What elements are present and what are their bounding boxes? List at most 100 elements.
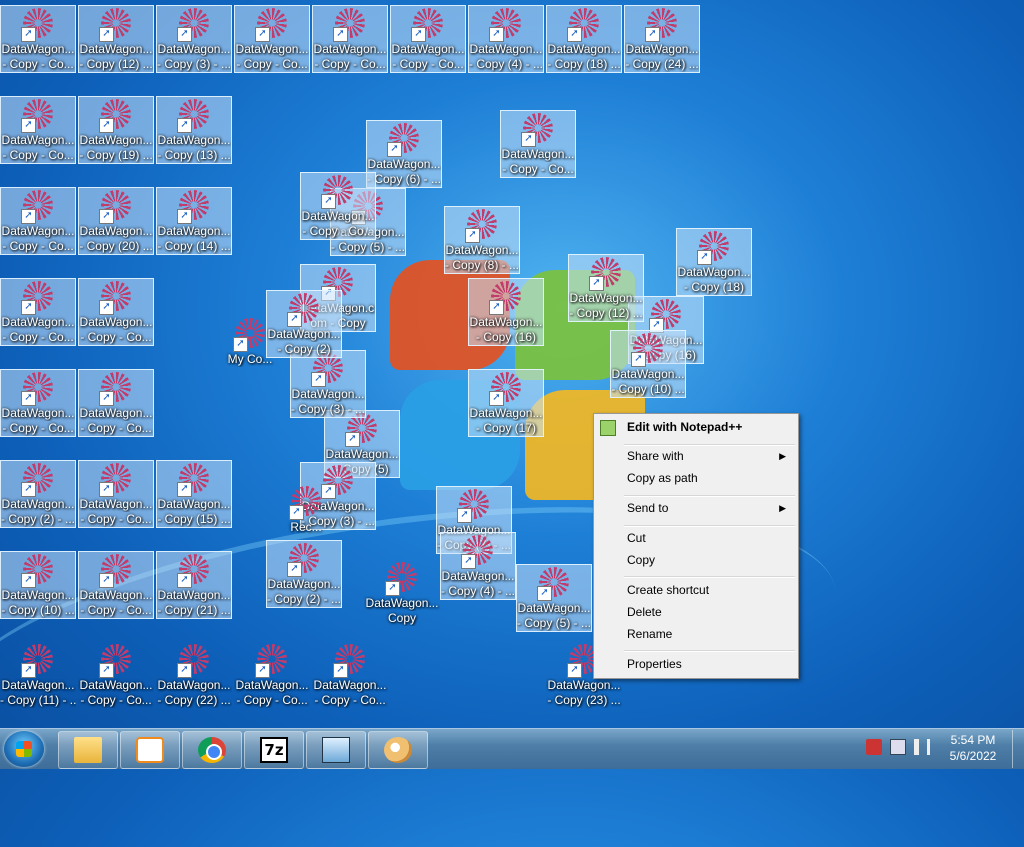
desktop-shortcut[interactable]: ➚ DataWagon... - Copy (4) - ... bbox=[468, 5, 544, 73]
desktop-shortcut[interactable]: ➚ DataWagon... - Copy (4) - ... bbox=[440, 532, 516, 600]
datawagon-shortcut-icon: ➚ bbox=[177, 8, 211, 42]
shortcut-label: - Copy - Co... bbox=[2, 239, 74, 253]
taskbar-paint-button[interactable] bbox=[368, 731, 428, 769]
menu-item-share-with[interactable]: Share with ▶ bbox=[627, 446, 794, 466]
desktop-shortcut[interactable]: ➚ DataWagon... - Copy - Co... bbox=[0, 187, 76, 255]
datawagon-shortcut-icon: ➚ bbox=[311, 353, 345, 387]
menu-item-create-shortcut[interactable]: Create shortcut bbox=[627, 580, 794, 600]
menu-item-send-to[interactable]: Send to ▶ bbox=[627, 498, 794, 518]
datawagon-shortcut-icon: ➚ bbox=[99, 8, 133, 42]
shortcut-label: DataWagon... bbox=[547, 678, 621, 692]
desktop-shortcut[interactable]: ➚ DataWagon... - Copy (3) - ... bbox=[290, 350, 366, 418]
desktop-shortcut[interactable]: ➚ DataWagon... - Copy (20) ... bbox=[78, 187, 154, 255]
shortcut-label: DataWagon... bbox=[625, 42, 699, 56]
network-icon[interactable] bbox=[890, 739, 906, 755]
taskbar-explorer-button[interactable] bbox=[58, 731, 118, 769]
desktop-shortcut[interactable]: ➚ My Co... bbox=[212, 316, 288, 384]
shortcut-label: DataWagon... bbox=[1, 133, 75, 147]
desktop-shortcut[interactable]: ➚ DataWagon... - Copy (15) ... bbox=[156, 460, 232, 528]
shortcut-label: - Copy - Co... bbox=[2, 57, 74, 71]
desktop-shortcut[interactable]: ➚ DataWagon... - Copy (19) ... bbox=[78, 96, 154, 164]
desktop-shortcut[interactable]: ➚ DataWagon... - Copy (22) ... bbox=[156, 642, 232, 710]
shortcut-label: - Copy (23) ... bbox=[547, 693, 621, 707]
taskbar-7zip-button[interactable]: 7z bbox=[244, 731, 304, 769]
datawagon-shortcut-icon: ➚ bbox=[489, 372, 523, 406]
menu-item-edit-notepad[interactable]: Edit with Notepad++ bbox=[627, 417, 794, 437]
menu-item-properties[interactable]: Properties bbox=[627, 654, 794, 674]
shortcut-label: DataWagon... bbox=[325, 447, 399, 461]
shortcut-arrow-icon: ➚ bbox=[489, 27, 504, 42]
shortcut-label: DataWagon... bbox=[157, 588, 231, 602]
shortcut-arrow-icon: ➚ bbox=[177, 118, 192, 133]
shortcut-label: - Copy (11) - ... bbox=[0, 693, 76, 707]
desktop-shortcut[interactable]: ➚DataWagon...- Copy (5) - ... bbox=[516, 564, 592, 632]
datawagon-shortcut-icon: ➚ bbox=[21, 8, 55, 42]
desktop-shortcut[interactable]: ➚ DataWagon... - Copy - Co... bbox=[0, 96, 76, 164]
taskbar-editor-button[interactable] bbox=[306, 731, 366, 769]
desktop-shortcut[interactable]: ➚ DataWagon... - Copy - Co... bbox=[312, 5, 388, 73]
shortcut-arrow-icon: ➚ bbox=[537, 586, 552, 601]
desktop-shortcut[interactable]: ➚ DataWagon... Copy bbox=[364, 560, 440, 628]
taskbar-chrome-button[interactable] bbox=[182, 731, 242, 769]
shortcut-label: DataWagon... bbox=[157, 133, 231, 147]
shortcut-arrow-icon: ➚ bbox=[311, 372, 326, 387]
desktop-shortcut[interactable]: ➚ DataWagon... - Copy - Co... bbox=[500, 110, 576, 178]
desktop-shortcut[interactable]: ➚ DataWagon... - Copy - Co... bbox=[0, 369, 76, 437]
desktop-shortcut[interactable]: ➚ DataWagon... - Copy - Co... bbox=[78, 460, 154, 528]
desktop-shortcut[interactable]: ➚ DataWagon... - Copy (12) ... bbox=[78, 5, 154, 73]
desktop-shortcut[interactable]: ➚ DataWagon... - Copy - Co... bbox=[234, 642, 310, 710]
desktop-shortcut[interactable]: ➚ DataWagon... - Copy (3) - ... bbox=[156, 5, 232, 73]
taskbar-media-player-button[interactable] bbox=[120, 731, 180, 769]
desktop-shortcut[interactable]: ➚DataWagon...- Copy (16) bbox=[468, 278, 544, 346]
menu-item-delete[interactable]: Delete bbox=[627, 602, 794, 622]
desktop-shortcut[interactable]: ➚ DataWagon... - Copy (18) ... bbox=[546, 5, 622, 73]
shortcut-arrow-icon: ➚ bbox=[589, 276, 604, 291]
desktop-shortcut[interactable]: ➚ DataWagon... - Copy - Co... bbox=[78, 278, 154, 346]
desktop-shortcut[interactable]: ➚ DataWagon... - Copy - Co... bbox=[312, 642, 388, 710]
desktop-shortcut[interactable]: ➚ DataWagon... - Copy - Co... bbox=[78, 369, 154, 437]
menu-item-rename[interactable]: Rename bbox=[627, 624, 794, 644]
show-desktop-button[interactable] bbox=[1012, 730, 1024, 768]
desktop-shortcut[interactable]: ➚ DataWagon... - Copy (13) ... bbox=[156, 96, 232, 164]
desktop-shortcut[interactable]: ➚ DataWagon... - Copy (24) ... bbox=[624, 5, 700, 73]
menu-item-copy-as-path[interactable]: Copy as path bbox=[627, 468, 794, 488]
desktop-shortcut[interactable]: ➚ DataWagon... - Copy (2) - ... bbox=[0, 460, 76, 528]
desktop-shortcut[interactable]: ➚ DataWagon... - Copy (10) ... bbox=[610, 330, 686, 398]
desktop-shortcut[interactable]: ➚ DataWagon... - Copy - Co... bbox=[300, 172, 376, 240]
system-clock[interactable]: 5:54 PM 5/6/2022 bbox=[938, 732, 1008, 764]
shortcut-label: - Copy - Co... bbox=[314, 693, 386, 707]
action-center-flag-icon[interactable] bbox=[866, 739, 882, 755]
datawagon-shortcut-icon: ➚ bbox=[21, 372, 55, 406]
desktop-shortcut[interactable]: ➚ DataWagon... - Copy - Co... bbox=[0, 5, 76, 73]
desktop-shortcut[interactable]: ➚ DataWagon... - Copy (6) - ... bbox=[366, 120, 442, 188]
desktop-shortcut[interactable]: ➚ DataWagon... - Copy (10) ... bbox=[0, 551, 76, 619]
datawagon-shortcut-icon: ➚ bbox=[177, 190, 211, 224]
shortcut-arrow-icon: ➚ bbox=[21, 300, 36, 315]
desktop-shortcut[interactable]: ➚ DataWagon... - Copy - Co... bbox=[390, 5, 466, 73]
desktop-shortcut[interactable]: ➚ DataWagon... - Copy (18) bbox=[676, 228, 752, 296]
desktop-shortcut[interactable]: ➚ DataWagon... - Copy - Co... bbox=[78, 642, 154, 710]
desktop-shortcut[interactable]: ➚ DataWagon... - Copy - Co... bbox=[234, 5, 310, 73]
start-button[interactable] bbox=[4, 731, 44, 767]
shortcut-arrow-icon: ➚ bbox=[99, 300, 114, 315]
shortcut-label: - Copy - Co... bbox=[2, 148, 74, 162]
shortcut-arrow-icon: ➚ bbox=[21, 118, 36, 133]
desktop-shortcut[interactable]: ➚ DataWagon... - Copy (17) bbox=[468, 369, 544, 437]
datawagon-shortcut-icon: ➚ bbox=[567, 8, 601, 42]
desktop-shortcut[interactable]: ➚ DataWagon... - Copy (8) - ... bbox=[444, 206, 520, 274]
desktop-shortcut[interactable]: ➚ DataWagon... - Copy (14) ... bbox=[156, 187, 232, 255]
desktop-shortcut[interactable]: ➚ Rec... bbox=[268, 484, 344, 552]
datawagon-shortcut-icon: ➚ bbox=[177, 644, 211, 678]
desktop-shortcut[interactable]: ➚ DataWagon... - Copy (21) ... bbox=[156, 551, 232, 619]
desktop-shortcut[interactable]: ➚ DataWagon... - Copy - Co... bbox=[0, 278, 76, 346]
datawagon-shortcut-icon: ➚ bbox=[521, 113, 555, 147]
shortcut-label: - Copy (3) - ... bbox=[291, 402, 365, 416]
menu-item-cut[interactable]: Cut bbox=[627, 528, 794, 548]
desktop-shortcut[interactable]: ➚ DataWagon... - Copy - Co... bbox=[78, 551, 154, 619]
chrome-icon bbox=[198, 737, 226, 763]
volume-icon[interactable] bbox=[914, 739, 930, 755]
desktop-shortcut[interactable]: ➚ DataWagon... - Copy (11) - ... bbox=[0, 642, 76, 710]
menu-item-copy[interactable]: Copy bbox=[627, 550, 794, 570]
shortcut-label: DataWagon... bbox=[291, 387, 365, 401]
desktop-shortcut[interactable]: ➚ DataWagon... - Copy (12) ... bbox=[568, 254, 644, 322]
